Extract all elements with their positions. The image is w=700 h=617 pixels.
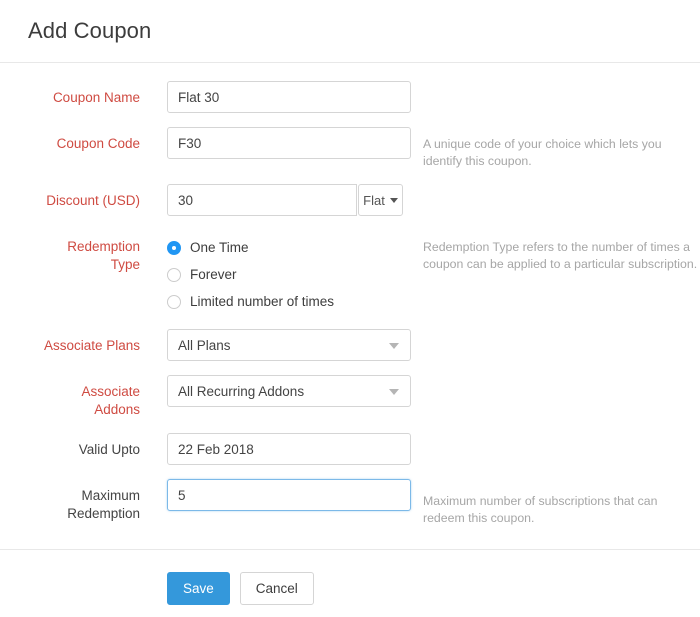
- help-discount: [403, 184, 700, 193]
- field-coupon-code: [140, 127, 411, 159]
- help-maximum-redemption: Maximum number of subscriptions that can…: [423, 494, 658, 525]
- help-associate-plans: [403, 329, 700, 338]
- label-redemption-type-line1: Redemption: [67, 239, 140, 254]
- associate-addons-value: All Recurring Addons: [178, 383, 305, 399]
- coupon-code-input[interactable]: [167, 127, 411, 159]
- chevron-down-icon: [389, 343, 399, 349]
- radio-forever[interactable]: Forever: [167, 261, 403, 288]
- save-button[interactable]: Save: [167, 572, 230, 605]
- label-associate-addons-line1: Associate: [81, 384, 140, 399]
- help-coupon-name: [403, 81, 700, 90]
- redemption-type-radio-group: One Time Forever Limited number of times: [167, 230, 403, 315]
- label-valid-upto: Valid Upto: [78, 442, 140, 457]
- chevron-down-icon: [389, 197, 398, 203]
- form-row-maximum-redemption: Maximum Redemption Maximum number of sub…: [0, 479, 700, 527]
- radio-limited-label: Limited number of times: [190, 294, 335, 309]
- cancel-button[interactable]: Cancel: [239, 572, 314, 605]
- radio-icon: [167, 294, 181, 309]
- associate-plans-value: All Plans: [178, 337, 231, 353]
- help-valid-upto: [403, 433, 700, 442]
- discount-input-group: Flat: [167, 184, 403, 216]
- label-associate-addons-line2: Addons: [94, 402, 140, 417]
- page-title: Add Coupon: [28, 18, 152, 43]
- coupon-name-input[interactable]: [167, 81, 411, 113]
- form-row-valid-upto: Valid Upto: [0, 433, 700, 465]
- page-header: Add Coupon: [0, 0, 700, 63]
- label-coupon-code: Coupon Code: [56, 136, 140, 151]
- label-discount: Discount (USD): [46, 193, 140, 208]
- form-row-discount: Discount (USD) Flat: [0, 184, 700, 216]
- coupon-form: Coupon Name Coupon Code A unique code of…: [0, 63, 700, 527]
- form-row-associate-plans: Associate Plans All Plans: [0, 329, 700, 361]
- radio-one-time-label: One Time: [190, 240, 249, 255]
- field-redemption-type: One Time Forever Limited number of times: [140, 230, 403, 315]
- radio-limited-number-of-times[interactable]: Limited number of times: [167, 288, 403, 315]
- discount-type-dropdown[interactable]: Flat: [358, 184, 403, 216]
- field-coupon-name: [140, 81, 411, 113]
- radio-icon: [167, 240, 181, 255]
- form-row-redemption-type: Redemption Type One Time Forever Limited…: [0, 230, 700, 315]
- chevron-down-icon: [389, 389, 399, 395]
- help-associate-addons: [403, 375, 700, 384]
- add-coupon-page: Add Coupon Coupon Name Coupon Code A uni…: [0, 0, 700, 617]
- form-actions: Save Cancel: [0, 550, 700, 605]
- radio-forever-label: Forever: [190, 267, 237, 282]
- form-row-coupon-code: Coupon Code A unique code of your choice…: [0, 127, 700, 170]
- valid-upto-input[interactable]: [167, 433, 411, 465]
- associate-plans-select[interactable]: All Plans: [167, 329, 411, 361]
- label-maximum-redemption-line2: Redemption: [67, 506, 140, 521]
- field-associate-addons: All Recurring Addons: [140, 375, 411, 407]
- label-redemption-type-line2: Type: [110, 257, 140, 272]
- label-coupon-name: Coupon Name: [52, 90, 140, 105]
- form-row-coupon-name: Coupon Name: [0, 81, 700, 113]
- radio-one-time[interactable]: One Time: [167, 234, 403, 261]
- field-maximum-redemption: [140, 479, 411, 511]
- field-discount: Flat: [140, 184, 403, 216]
- field-valid-upto: [140, 433, 411, 465]
- maximum-redemption-input[interactable]: [167, 479, 411, 511]
- radio-icon: [167, 267, 181, 282]
- associate-addons-select[interactable]: All Recurring Addons: [167, 375, 411, 407]
- label-maximum-redemption-line1: Maximum: [81, 488, 140, 503]
- discount-input[interactable]: [167, 184, 357, 216]
- label-associate-addons: Associate Addons: [0, 375, 140, 419]
- field-associate-plans: All Plans: [140, 329, 411, 361]
- form-row-associate-addons: Associate Addons All Recurring Addons: [0, 375, 700, 419]
- help-coupon-code: A unique code of your choice which lets …: [423, 137, 662, 168]
- discount-type-label: Flat: [363, 192, 385, 208]
- help-redemption-type: Redemption Type refers to the number of …: [423, 240, 698, 271]
- label-maximum-redemption: Maximum Redemption: [0, 479, 140, 523]
- label-redemption-type: Redemption Type: [0, 230, 140, 274]
- label-associate-plans: Associate Plans: [43, 338, 140, 353]
